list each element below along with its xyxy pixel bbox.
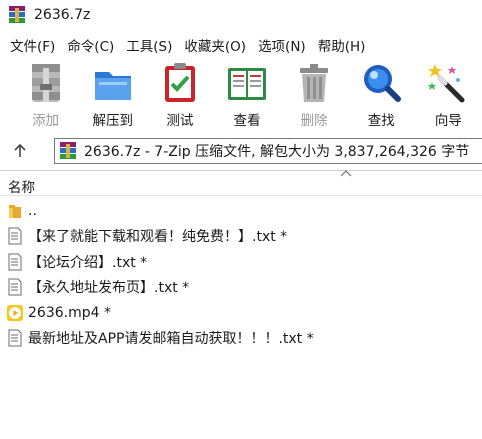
text-file-icon [8,227,22,245]
menu-bar: 文件(F) 命令(C) 工具(S) 收藏夹(O) 选项(N) 帮助(H) [0,32,482,58]
wizard-wand-icon [428,64,465,103]
wizard-button[interactable]: 向导 [415,58,482,130]
list-item[interactable]: 2636.mp4 * [0,300,482,326]
file-list: .. 【来了就能下载和观看！纯免费！】.txt * 【论坛介绍】.txt * 【… [0,198,482,351]
file-name: 最新地址及APP请发邮箱自动获取！！！.txt * [28,331,314,348]
menu-help[interactable]: 帮助(H) [312,33,372,57]
arrow-up-icon [14,143,26,157]
file-name: 【永久地址发布页】.txt * [28,280,190,297]
column-header-name[interactable]: 名称 [8,176,35,196]
folder-icon [9,204,21,218]
list-item[interactable]: 【来了就能下载和观看！纯免费！】.txt * [0,224,482,250]
text-file-icon [8,278,22,296]
address-bar: 2636.7z - 7-Zip 压缩文件, 解包大小为 3,837,264,32… [0,136,482,166]
menu-tools[interactable]: 工具(S) [120,33,178,57]
text-file-icon [8,329,22,347]
menu-file[interactable]: 文件(F) [4,33,61,57]
find-label: 查找 [367,113,395,129]
sort-ascending-icon [340,170,352,177]
add-button[interactable]: 添加 [12,58,79,130]
menu-favorites[interactable]: 收藏夹(O) [178,33,252,57]
view-label: 查看 [233,113,261,129]
list-item[interactable]: 最新地址及APP请发邮箱自动获取！！！.txt * [0,326,482,352]
clipboard-check-icon [164,63,195,102]
video-file-icon [7,304,23,321]
toolbar: 添加 解压到 测试 查看 删除 查找 向导 [0,58,482,134]
menu-commands[interactable]: 命令(C) [61,33,120,57]
list-item[interactable]: .. [0,198,482,224]
file-name: 2636.mp4 * [28,304,111,321]
test-label: 测试 [166,113,194,129]
file-name: 【论坛介绍】.txt * [28,254,148,271]
extract-to-label: 解压到 [92,113,133,129]
title-bar: 2636.7z [0,0,482,30]
folder-extract-icon [94,72,131,100]
view-button[interactable]: 查看 [213,58,280,130]
test-button[interactable]: 测试 [146,58,213,130]
winrar-archive-icon [59,142,77,160]
extract-to-button[interactable]: 解压到 [79,58,146,130]
delete-label: 删除 [300,113,328,129]
menu-options[interactable]: 选项(N) [252,33,312,57]
delete-button[interactable]: 删除 [281,58,348,130]
list-item[interactable]: 【永久地址发布页】.txt * [0,275,482,301]
magnifier-icon [364,65,402,102]
winrar-app-icon [8,6,26,24]
find-button[interactable]: 查找 [348,58,415,130]
up-one-level-button[interactable] [0,136,40,166]
archive-path-text: 2636.7z - 7-Zip 压缩文件, 解包大小为 3,837,264,32… [84,144,470,160]
file-name: 【来了就能下载和观看！纯免费！】.txt * [28,229,288,246]
add-label: 添加 [32,113,60,129]
archive-add-icon [31,64,60,102]
file-list-header: 名称 [0,170,482,196]
book-view-icon [227,68,266,100]
wizard-label: 向导 [434,113,462,129]
file-name: .. [28,202,37,219]
archive-path-field[interactable]: 2636.7z - 7-Zip 压缩文件, 解包大小为 3,837,264,32… [54,138,482,164]
trash-icon [300,64,329,102]
text-file-icon [8,253,22,271]
list-item[interactable]: 【论坛介绍】.txt * [0,249,482,275]
window-title: 2636.7z [34,7,91,23]
